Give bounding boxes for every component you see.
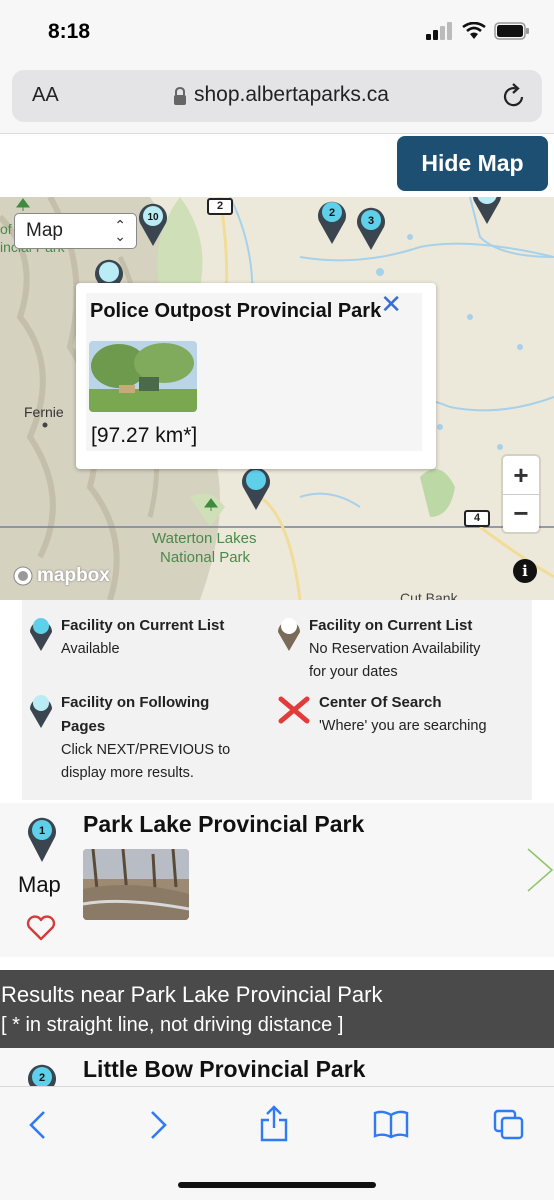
result-1-map-link[interactable]: Map [18, 872, 61, 898]
highway-2-shield: 2 [207, 198, 233, 215]
marker-10-label: 10 [147, 212, 159, 223]
popup-title[interactable]: Police Outpost Provincial Park [90, 300, 381, 323]
legend-current: Facility on Current List Available [61, 614, 224, 661]
url-text: shop.albertaparks.ca [194, 83, 389, 106]
legend-following-title2: Pages [61, 718, 106, 735]
map-marker-2[interactable]: 2 [315, 197, 349, 245]
result-2-marker-icon[interactable]: 2 [25, 1060, 59, 1088]
share-icon[interactable] [259, 1105, 289, 1143]
lock-icon [174, 86, 186, 105]
marker-norez-icon [278, 618, 300, 651]
map-marker-3[interactable]: 3 [354, 203, 388, 251]
map-label-waterton-2: National Park [160, 549, 251, 566]
result-1-photo[interactable] [83, 849, 189, 920]
battery-icon [494, 22, 529, 40]
legend-current-title: Facility on Current List [61, 617, 225, 634]
center-of-search-icon [278, 696, 310, 724]
popup-distance: [97.27 km*] [91, 424, 198, 447]
mapbox-logo[interactable]: mapbox [12, 565, 110, 587]
map-label-waterton-1: Waterton Lakes [152, 530, 257, 547]
legend-norez-sub1: No Reservation Availability [309, 641, 481, 657]
marker-3-label: 3 [368, 215, 374, 227]
hide-map-button[interactable]: Hide Map [397, 136, 548, 191]
map-marker-selected[interactable] [239, 467, 273, 515]
legend-following: Facility on Following Pages Click NEXT/P… [61, 691, 230, 785]
map-info-button[interactable]: i [513, 559, 537, 583]
tabs-icon[interactable] [493, 1109, 525, 1141]
status-time: 8:18 [48, 20, 91, 43]
legend-center: Center Of Search 'Where' you are searchi… [319, 691, 487, 738]
text-size-button[interactable]: AA [32, 84, 59, 107]
status-icons [426, 22, 530, 40]
bookmarks-icon[interactable] [373, 1109, 409, 1139]
park-popup[interactable]: Police Outpost Provincial Park ✕ [97.27 … [76, 283, 436, 469]
result-1-name[interactable]: Park Lake Provincial Park [83, 811, 364, 838]
zoom-out-button[interactable]: − [503, 494, 539, 532]
map-label-fernie: Fernie [24, 404, 64, 420]
result-2-number: 2 [39, 1072, 45, 1084]
cellular-signal-icon [426, 22, 452, 40]
legend-norez: Facility on Current List No Reservation … [309, 614, 480, 684]
result-1-marker-icon[interactable]: 1 [25, 813, 59, 863]
result-item[interactable]: 1 Park Lake Provincial Park Map [0, 803, 554, 957]
home-indicator [178, 1182, 376, 1188]
map-legend: Facility on Current List Available Facil… [22, 600, 532, 800]
legend-norez-sub2: for your dates [309, 664, 398, 680]
favorite-heart-icon[interactable] [26, 915, 56, 941]
back-icon[interactable] [26, 1109, 50, 1141]
result-1-number: 1 [39, 825, 45, 837]
results-header: Results near Park Lake Provincial Park [… [0, 970, 554, 1048]
text-size-label: AA [32, 84, 59, 106]
map-marker-partial[interactable] [470, 197, 504, 225]
legend-following-title1: Facility on Following [61, 694, 210, 711]
map-view-select-value: Map [26, 220, 63, 241]
popup-close-icon[interactable]: ✕ [380, 289, 402, 320]
chevron-right-icon[interactable] [526, 847, 554, 893]
legend-center-title: Center Of Search [319, 694, 442, 711]
marker-2-label: 2 [329, 207, 335, 219]
status-bar: 8:18 [0, 0, 554, 62]
legend-following-sub2: display more results. [61, 765, 194, 781]
result-2-name[interactable]: Little Bow Provincial Park [83, 1056, 365, 1083]
results-header-note: [ * in straight line, not driving distan… [1, 1014, 344, 1036]
mapbox-attribution: mapbox [37, 565, 110, 586]
mapbox-mark-icon [13, 566, 33, 586]
legend-following-sub1: Click NEXT/PREVIOUS to [61, 742, 231, 758]
marker-following-icon [30, 695, 52, 728]
results-header-title: Results near Park Lake Provincial Park [1, 982, 383, 1007]
result-item[interactable]: 2 Little Bow Provincial Park [0, 1048, 554, 1088]
zoom-controls: + − [503, 456, 539, 532]
map-label-cut-bank: Cut Bank [400, 590, 458, 600]
legend-norez-title: Facility on Current List [309, 617, 473, 634]
wifi-icon [462, 22, 486, 39]
map-view[interactable]: 10 2 3 2 4 Fernie Waterton Lakes Nationa… [0, 197, 554, 600]
forward-icon[interactable] [146, 1109, 170, 1141]
select-chevron-icon: ⌃ ⌄ [114, 217, 126, 244]
popup-park-photo[interactable] [89, 341, 197, 412]
reload-icon[interactable] [502, 83, 526, 109]
address-bar[interactable]: AA shop.albertaparks.ca [12, 70, 542, 122]
legend-center-sub: 'Where' you are searching [319, 718, 487, 734]
map-view-select[interactable]: Map ⌃ ⌄ [14, 213, 137, 249]
marker-current-icon [30, 618, 52, 651]
browser-address-area: AA shop.albertaparks.ca [0, 62, 554, 134]
map-label-of: of [0, 221, 12, 237]
map-marker-10[interactable]: 10 [136, 199, 170, 247]
zoom-in-button[interactable]: + [503, 456, 539, 494]
legend-current-sub: Available [61, 641, 120, 657]
highway-4-shield: 4 [464, 510, 490, 527]
